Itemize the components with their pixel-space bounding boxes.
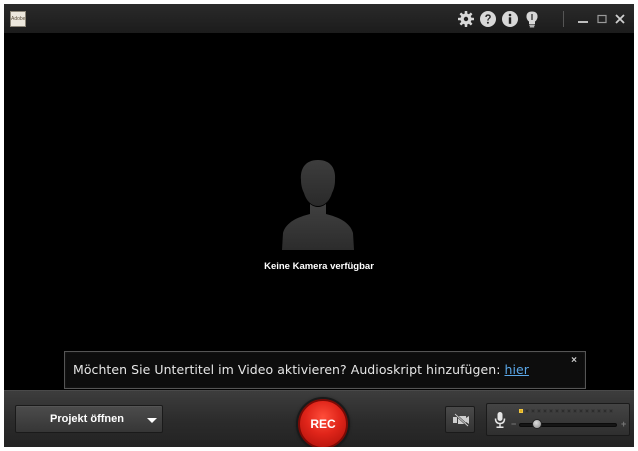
volume-slider-knob[interactable] xyxy=(532,419,543,429)
level-meter-segment xyxy=(585,409,589,413)
level-meter-segment xyxy=(603,409,607,413)
level-meter-segment xyxy=(525,409,529,413)
notice-text-line: Möchten Sie Untertitel im Video aktivier… xyxy=(73,362,529,377)
lightbulb-icon[interactable] xyxy=(523,10,541,28)
volume-plus-icon: + xyxy=(621,419,627,429)
camera-preview: Keine Kamera verfügbar xyxy=(4,35,634,390)
level-meter-segment xyxy=(543,409,547,413)
level-meter-segment xyxy=(555,409,559,413)
level-meter-segment xyxy=(597,409,601,413)
record-button[interactable]: REC xyxy=(298,399,348,447)
subtitle-notice: Möchten Sie Untertitel im Video aktivier… xyxy=(64,351,586,389)
chevron-down-icon xyxy=(147,418,157,423)
level-meter-segment xyxy=(579,409,583,413)
app-logo: Adobe xyxy=(10,11,26,27)
level-meter-segment xyxy=(567,409,571,413)
title-separator xyxy=(563,11,564,27)
gear-icon[interactable] xyxy=(457,10,475,28)
maximize-icon[interactable] xyxy=(595,12,609,26)
title-bar: Adobe xyxy=(4,4,634,34)
level-meter-segment xyxy=(591,409,595,413)
bottom-toolbar: Projekt öffnen REC − + xyxy=(4,390,634,447)
level-meter-segment xyxy=(573,409,577,413)
volume-minus-icon: − xyxy=(511,419,517,429)
camera-toggle-button[interactable] xyxy=(445,406,475,433)
microphone-icon[interactable] xyxy=(493,411,507,429)
level-meter-segment xyxy=(531,409,535,413)
audio-controls: − + xyxy=(486,403,630,436)
add-script-link[interactable]: hier xyxy=(504,362,528,377)
level-meter-segment xyxy=(561,409,565,413)
minimize-icon[interactable] xyxy=(576,12,590,26)
notice-close-icon[interactable]: × xyxy=(569,356,579,366)
help-icon[interactable] xyxy=(479,10,497,28)
camera-off-icon xyxy=(453,413,469,427)
open-project-button[interactable]: Projekt öffnen xyxy=(15,405,163,433)
app-window: Adobe Keine Kamera verfügbar Möchten Sie… xyxy=(4,4,634,447)
level-meter-segment xyxy=(519,409,523,413)
level-meter-segment xyxy=(537,409,541,413)
close-icon[interactable] xyxy=(613,12,627,26)
level-meter-segment xyxy=(549,409,553,413)
person-silhouette-icon xyxy=(282,160,354,250)
level-meter-segment xyxy=(609,409,613,413)
info-icon[interactable] xyxy=(501,10,519,28)
no-camera-message: Keine Kamera verfügbar xyxy=(264,261,374,272)
notice-message: Möchten Sie Untertitel im Video aktivier… xyxy=(73,362,501,377)
input-level-meter xyxy=(519,409,619,414)
open-project-label: Projekt öffnen xyxy=(50,413,124,425)
